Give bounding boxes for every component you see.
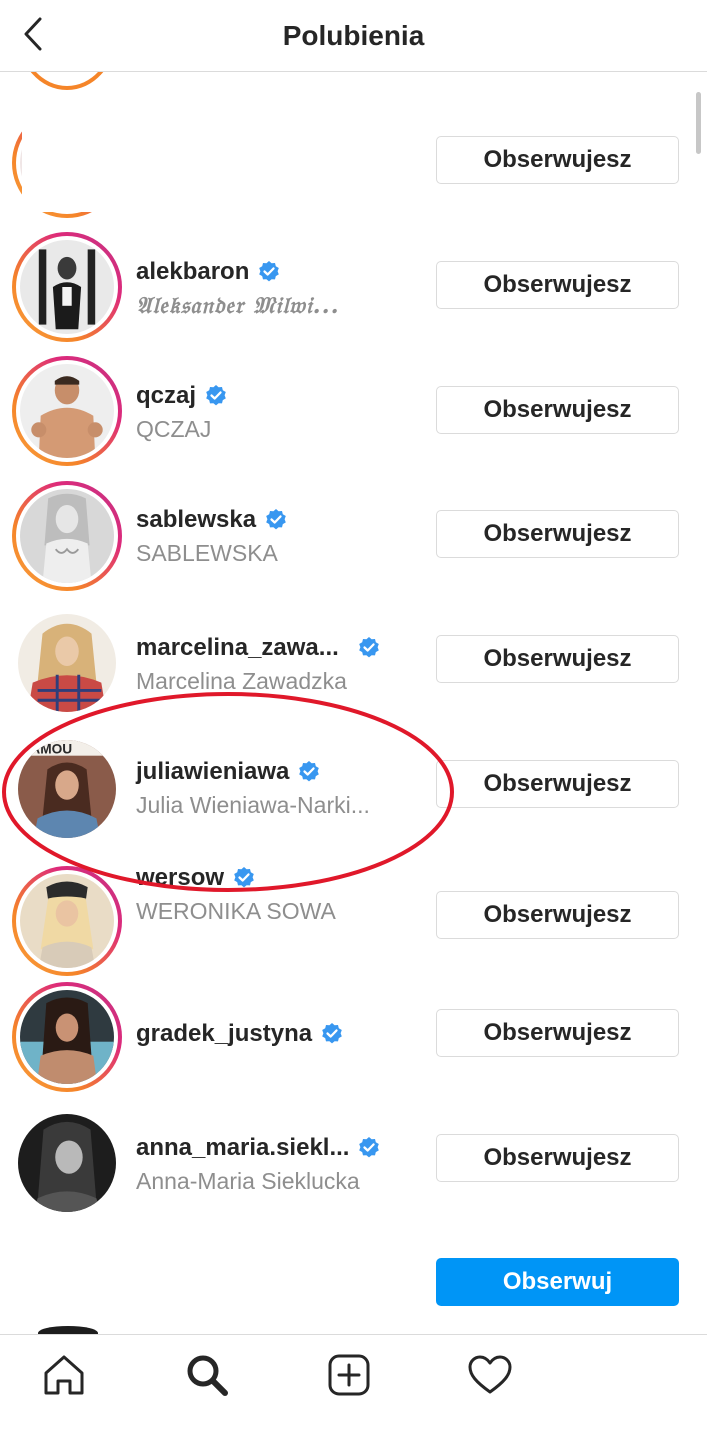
- avatar-photo: [18, 614, 116, 712]
- follow-button[interactable]: Obserwuj: [436, 1258, 679, 1306]
- tab-profile[interactable]: [590, 1345, 688, 1425]
- avatar-photo: [20, 990, 114, 1084]
- redacted-block: [12, 1232, 312, 1332]
- username-link[interactable]: gradek_justyna: [136, 1020, 344, 1048]
- partial-avatar-top: [18, 72, 116, 90]
- tab-home[interactable]: [40, 1351, 88, 1399]
- following-button[interactable]: Obserwujesz: [436, 760, 679, 808]
- full-name: Anna-Maria Sieklucka: [136, 1168, 360, 1194]
- verified-badge-icon: [204, 384, 228, 408]
- verified-badge-icon: [232, 866, 256, 890]
- verified-badge-icon: [357, 636, 381, 660]
- user-names: alekbaron 𝔄𝔩𝔢𝔨𝔰𝔞𝔫𝔡𝔢𝔯 𝔐𝔦𝔩𝔴𝔦...: [136, 258, 340, 319]
- following-button[interactable]: Obserwujesz: [436, 136, 679, 184]
- partial-avatar-bottom: [38, 1326, 98, 1334]
- verified-badge-icon: [320, 1022, 344, 1046]
- list-item: Obserwuj: [0, 1232, 707, 1334]
- username[interactable]: marcelina_zawa...: [136, 634, 339, 662]
- list-item: LAMOU juliawieniawa Julia Wieniawa-Narki…: [0, 736, 707, 856]
- avatar-photo: [20, 364, 114, 458]
- verified-badge-icon: [357, 1136, 381, 1160]
- following-button[interactable]: Obserwujesz: [436, 891, 679, 939]
- user-names: anna_maria.siekl... Anna-Maria Sieklucka: [136, 1134, 381, 1195]
- scrollbar[interactable]: [696, 92, 701, 154]
- following-button[interactable]: Obserwujesz: [436, 510, 679, 558]
- header-bar: Polubienia: [0, 0, 707, 72]
- username[interactable]: qczaj: [136, 382, 196, 410]
- username[interactable]: alekbaron: [136, 258, 249, 286]
- avatar-photo: [20, 489, 114, 583]
- search-icon: [187, 1355, 228, 1396]
- avatar-photo: [18, 1114, 116, 1212]
- user-names: sablewska SABLEWSKA: [136, 506, 288, 567]
- username[interactable]: gradek_justyna: [136, 1020, 312, 1048]
- username[interactable]: juliawieniawa: [136, 758, 289, 786]
- full-name: WERONIKA SOWA: [136, 898, 336, 924]
- username-link[interactable]: juliawieniawa: [136, 758, 370, 786]
- user-names: marcelina_zawa... Marcelina Zawadzka: [136, 634, 381, 695]
- list-item: alekbaron 𝔄𝔩𝔢𝔨𝔰𝔞𝔫𝔡𝔢𝔯 𝔐𝔦𝔩𝔴𝔦... Obserwujes…: [0, 232, 707, 352]
- full-name: SABLEWSKA: [136, 540, 278, 566]
- username[interactable]: sablewska: [136, 506, 256, 534]
- username[interactable]: anna_maria.siekl...: [136, 1134, 349, 1162]
- full-name: Marcelina Zawadzka: [136, 668, 347, 694]
- username-link[interactable]: alekbaron: [136, 258, 340, 286]
- avatar-photo: [20, 874, 114, 968]
- avatar[interactable]: [12, 232, 122, 342]
- avatar-photo: [20, 240, 114, 334]
- redacted-block: [22, 100, 122, 212]
- user-names: wersow WERONIKA SOWA: [136, 864, 336, 925]
- following-button[interactable]: Obserwujesz: [436, 1009, 679, 1057]
- following-button[interactable]: Obserwujesz: [436, 635, 679, 683]
- avatar[interactable]: [18, 1114, 116, 1212]
- heart-icon: [468, 1355, 512, 1394]
- full-name: 𝔄𝔩𝔢𝔨𝔰𝔞𝔫𝔡𝔢𝔯 𝔐𝔦𝔩𝔴𝔦...: [136, 292, 340, 319]
- user-names: qczaj QCZAJ: [136, 382, 228, 443]
- tab-new-post[interactable]: [325, 1351, 373, 1399]
- likes-list: Obserwujesz alekbaron 𝔄𝔩𝔢𝔨𝔰𝔞𝔫𝔡𝔢𝔯 𝔐𝔦𝔩𝔴𝔦..…: [0, 72, 707, 1334]
- avatar[interactable]: [12, 866, 122, 976]
- username-link[interactable]: sablewska: [136, 506, 288, 534]
- bottom-tab-bar: [0, 1334, 707, 1440]
- list-item: gradek_justyna Obserwujesz: [0, 982, 707, 1102]
- full-name: Julia Wieniawa-Narki...: [136, 792, 370, 818]
- username-link[interactable]: wersow: [136, 864, 336, 892]
- user-names: juliawieniawa Julia Wieniawa-Narki...: [136, 758, 370, 819]
- avatar-photo: LAMOU: [18, 740, 116, 838]
- following-button[interactable]: Obserwujesz: [436, 1134, 679, 1182]
- avatar[interactable]: [12, 481, 122, 591]
- username[interactable]: wersow: [136, 864, 224, 892]
- page-title: Polubienia: [282, 20, 425, 51]
- list-item: Obserwujesz: [0, 100, 707, 220]
- list-item: wersow WERONIKA SOWA Obserwujesz: [0, 864, 707, 986]
- username-link[interactable]: anna_maria.siekl...: [136, 1134, 381, 1162]
- home-icon: [44, 1355, 84, 1395]
- tab-search[interactable]: [183, 1351, 231, 1399]
- list-item: marcelina_zawa... Marcelina Zawadzka Obs…: [0, 612, 707, 732]
- verified-badge-icon: [257, 260, 281, 284]
- avatar[interactable]: [12, 356, 122, 466]
- tab-activity[interactable]: [466, 1351, 514, 1399]
- avatar[interactable]: [12, 982, 122, 1092]
- following-button[interactable]: Obserwujesz: [436, 261, 679, 309]
- following-button[interactable]: Obserwujesz: [436, 386, 679, 434]
- list-item: qczaj QCZAJ Obserwujesz: [0, 356, 707, 476]
- avatar[interactable]: [18, 614, 116, 712]
- username-link[interactable]: marcelina_zawa...: [136, 634, 381, 662]
- list-item: anna_maria.siekl... Anna-Maria Sieklucka…: [0, 1112, 707, 1232]
- full-name: QCZAJ: [136, 416, 212, 442]
- avatar[interactable]: LAMOU: [18, 740, 116, 838]
- list-item: sablewska SABLEWSKA Obserwujesz: [0, 480, 707, 600]
- add-post-icon: [328, 1354, 370, 1396]
- verified-badge-icon: [297, 760, 321, 784]
- user-names: gradek_justyna: [136, 1020, 344, 1048]
- svg-text:LAMOU: LAMOU: [22, 742, 72, 757]
- username-link[interactable]: qczaj: [136, 382, 228, 410]
- verified-badge-icon: [264, 508, 288, 532]
